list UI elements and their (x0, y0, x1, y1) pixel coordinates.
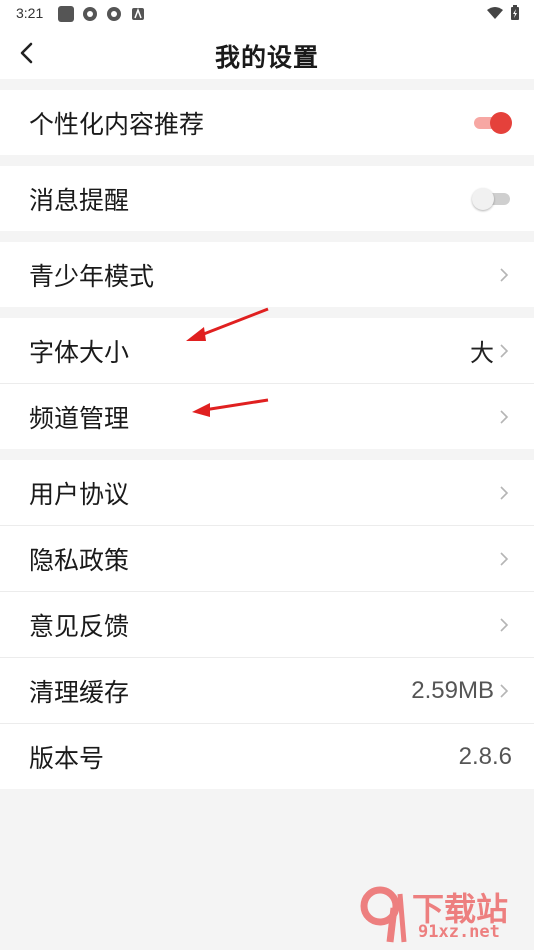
battery-icon (511, 5, 519, 20)
chevron-right-icon (500, 343, 509, 358)
chevron-right-icon (500, 267, 509, 282)
setting-label: 隐私政策 (29, 545, 130, 575)
setting-label: 用户协议 (29, 479, 130, 509)
setting-version: 版本号 2.8.6 (0, 723, 534, 789)
setting-clear-cache[interactable]: 清理缓存 2.59MB (0, 657, 534, 723)
chevron-right-icon (500, 485, 509, 500)
app-header: 我的设置 (0, 27, 534, 79)
notification-icon (58, 6, 74, 22)
setting-label: 版本号 (29, 743, 105, 773)
setting-label: 青少年模式 (29, 261, 155, 291)
chevron-right-icon (500, 551, 509, 566)
settings-group: 消息提醒 (0, 166, 534, 231)
watermark-logo-icon (360, 886, 407, 943)
setting-label: 清理缓存 (29, 677, 130, 707)
personalized-recommendation-toggle[interactable] (472, 111, 512, 135)
chevron-right-icon (500, 683, 509, 698)
setting-user-agreement[interactable]: 用户协议 (0, 460, 534, 525)
version-value: 2.8.6 (458, 742, 512, 770)
setting-channel-management[interactable]: 频道管理 (0, 383, 534, 449)
setting-teen-mode[interactable]: 青少年模式 (0, 242, 534, 307)
status-time: 3:21 (16, 5, 44, 21)
setting-label: 个性化内容推荐 (29, 109, 205, 139)
settings-group: 用户协议 隐私政策 意见反馈 清理缓存 2.59MB 版本号 2.8.6 (0, 460, 534, 789)
settings-group: 字体大小 大 频道管理 (0, 318, 534, 449)
setting-font-size[interactable]: 字体大小 大 (0, 318, 534, 383)
setting-label: 意见反馈 (29, 611, 130, 641)
aperture-icon (107, 7, 121, 21)
wifi-icon (487, 7, 503, 19)
settings-group: 个性化内容推荐 (0, 90, 534, 155)
status-bar: 3:21 (0, 0, 534, 27)
setting-personalized-recommendation[interactable]: 个性化内容推荐 (0, 90, 534, 155)
font-size-value: 大 (470, 340, 494, 367)
aperture-icon (83, 7, 97, 21)
cache-size-value: 2.59MB (411, 676, 494, 704)
chevron-right-icon (500, 409, 509, 424)
setting-label: 字体大小 (29, 337, 130, 367)
page-title: 我的设置 (214, 43, 319, 72)
chevron-right-icon (500, 617, 509, 632)
setting-message-reminder[interactable]: 消息提醒 (0, 166, 534, 231)
app-notification-icon (132, 7, 144, 20)
settings-group: 青少年模式 (0, 242, 534, 307)
setting-feedback[interactable]: 意见反馈 (0, 591, 534, 657)
setting-label: 频道管理 (29, 403, 130, 433)
setting-label: 消息提醒 (29, 185, 130, 215)
watermark-url: 91xz.net (418, 922, 500, 942)
watermark: 下载站 91xz.net (360, 884, 528, 946)
message-reminder-toggle[interactable] (472, 187, 512, 211)
setting-privacy-policy[interactable]: 隐私政策 (0, 525, 534, 591)
